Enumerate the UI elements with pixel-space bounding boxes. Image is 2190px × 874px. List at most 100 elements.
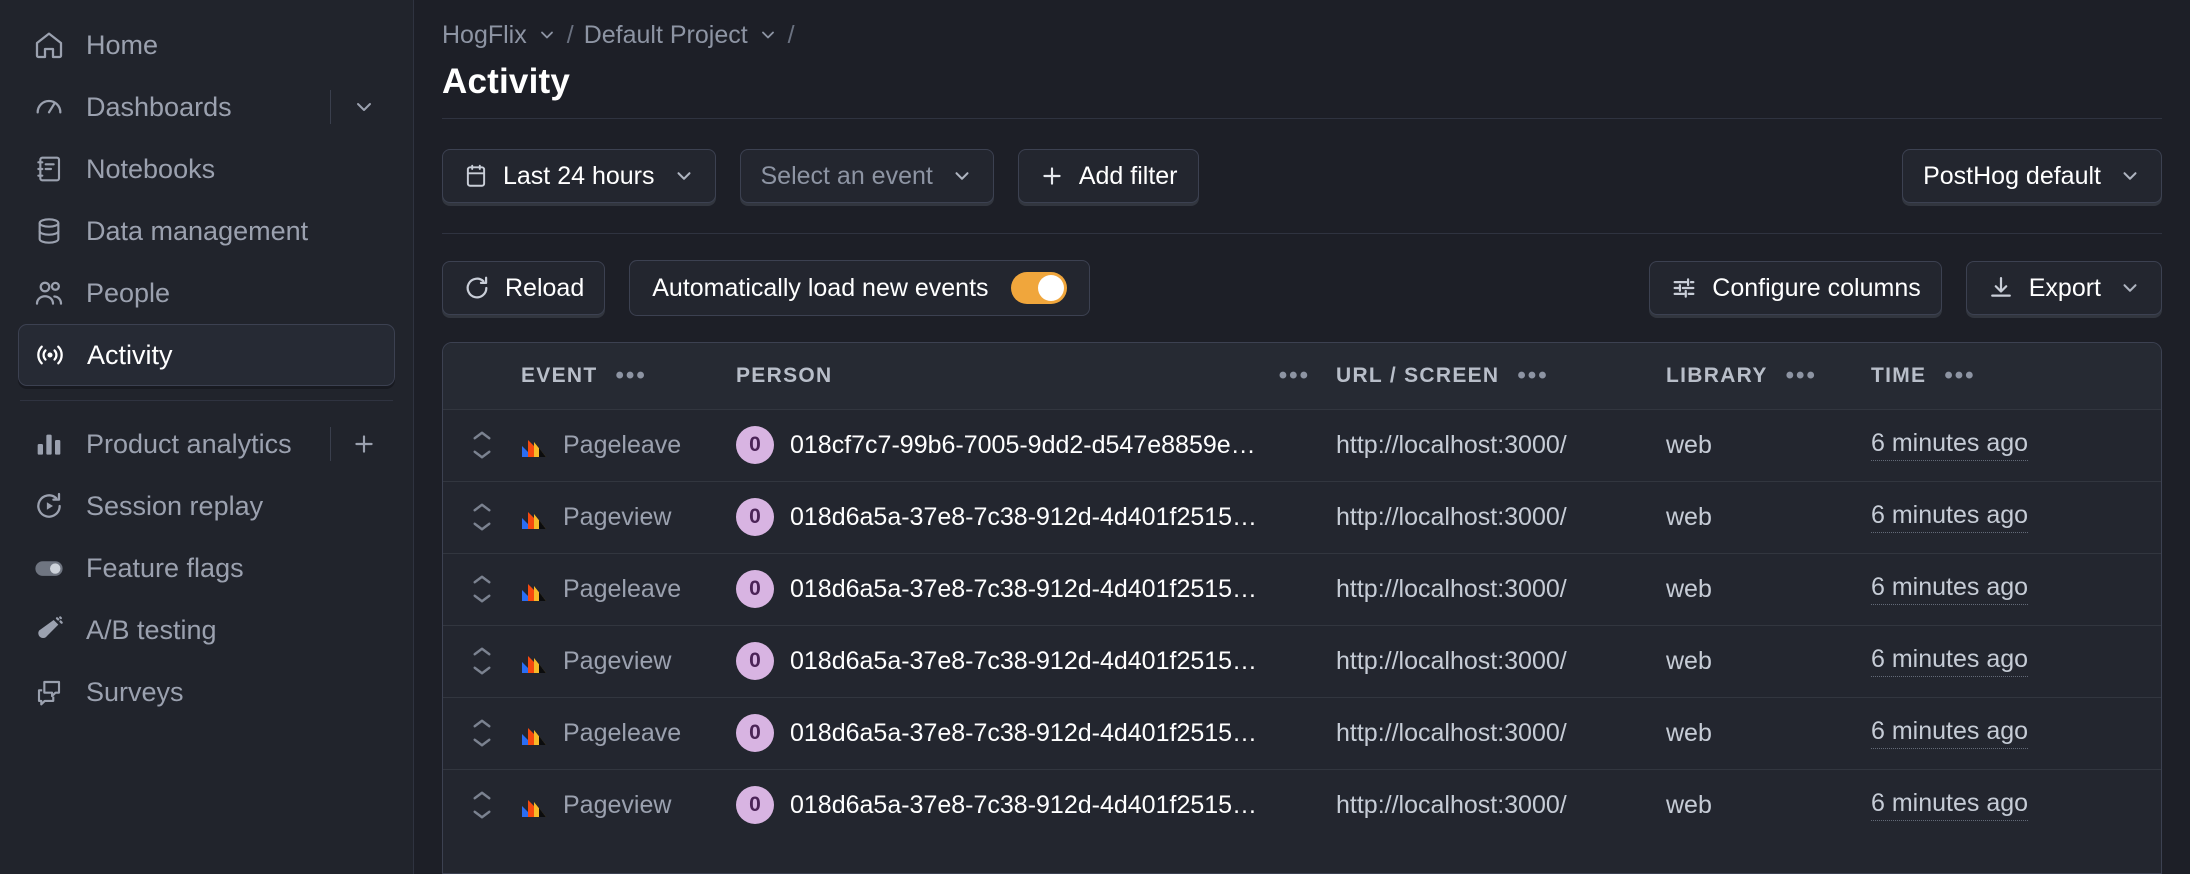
row-sort-cell[interactable] <box>443 552 521 625</box>
row-url-cell[interactable]: http://localhost:3000/ <box>1336 480 1666 553</box>
plus-icon <box>1039 163 1065 189</box>
row-sort-cell[interactable] <box>443 696 521 769</box>
row-person-cell[interactable]: 0 018d6a5a-37e8-7c38-912d-4d401f2515… <box>736 480 1336 553</box>
auto-load-events-toggle[interactable]: Automatically load new events <box>629 260 1090 316</box>
column-menu-icon[interactable]: ••• <box>1944 363 1975 388</box>
sort-control[interactable] <box>443 429 521 461</box>
row-event-cell[interactable]: Pageview <box>521 624 736 697</box>
column-header-person[interactable]: PERSON ••• <box>736 343 1336 409</box>
sort-control[interactable] <box>443 789 521 821</box>
row-url: http://localhost:3000/ <box>1336 718 1567 747</box>
row-person-cell[interactable]: 0 018d6a5a-37e8-7c38-912d-4d401f2515… <box>736 624 1336 697</box>
sidebar-item-home[interactable]: Home <box>18 14 395 76</box>
sort-control[interactable] <box>443 717 521 749</box>
table-row[interactable]: Pageview 0 018d6a5a-37e8-7c38-912d-4d401… <box>443 768 2161 841</box>
posthog-event-icon <box>521 504 547 530</box>
reload-button[interactable]: Reload <box>442 261 606 315</box>
data-source-select[interactable]: PostHog default <box>1902 149 2162 203</box>
row-person-cell[interactable]: 0 018cf7c7-99b6-7005-9dd2-d547e8859e… <box>736 408 1336 481</box>
column-menu-icon[interactable]: ••• <box>616 363 647 388</box>
sort-control[interactable] <box>443 645 521 677</box>
sliders-icon <box>1670 274 1698 302</box>
row-library: web <box>1666 502 1712 531</box>
row-time: 6 minutes ago <box>1871 573 2029 605</box>
row-url-cell[interactable]: http://localhost:3000/ <box>1336 696 1666 769</box>
main-content: HogFlix / Default Project / Activity Las… <box>414 0 2190 874</box>
sidebar-item-feature-flags[interactable]: Feature flags <box>18 537 395 599</box>
row-library: web <box>1666 790 1712 819</box>
column-header-time[interactable]: TIME ••• <box>1871 343 2161 409</box>
row-sort-cell[interactable] <box>443 408 521 481</box>
row-sort-cell[interactable] <box>443 480 521 553</box>
column-menu-icon[interactable]: ••• <box>1786 363 1817 388</box>
sidebar-item-product-analytics[interactable]: Product analytics <box>18 413 395 475</box>
row-url-cell[interactable]: http://localhost:3000/ <box>1336 552 1666 625</box>
sidebar-item-people[interactable]: People <box>18 262 395 324</box>
column-header-url[interactable]: URL / SCREEN ••• <box>1336 343 1666 409</box>
add-filter-button[interactable]: Add filter <box>1017 149 1199 203</box>
plus-icon[interactable] <box>347 427 381 461</box>
chevron-up-icon <box>473 575 491 584</box>
table-row[interactable]: Pageleave 0 018cf7c7-99b6-7005-9dd2-d547… <box>443 408 2161 481</box>
table-row[interactable]: Pageleave 0 018d6a5a-37e8-7c38-912d-4d40… <box>443 696 2161 769</box>
sidebar-item-surveys[interactable]: Surveys <box>18 661 395 723</box>
row-event-name: Pageleave <box>563 574 682 603</box>
row-sort-cell[interactable] <box>443 624 521 697</box>
row-event-cell[interactable]: Pageleave <box>521 408 736 481</box>
chevron-down-icon[interactable] <box>758 25 778 45</box>
table-row[interactable]: Pageleave 0 018d6a5a-37e8-7c38-912d-4d40… <box>443 552 2161 625</box>
posthog-event-icon <box>521 648 547 674</box>
sidebar-item-notebooks[interactable]: Notebooks <box>18 138 395 200</box>
action-bar: Reload Automatically load new events Con… <box>442 234 2162 342</box>
reload-icon <box>463 274 491 302</box>
sort-control[interactable] <box>443 501 521 533</box>
column-menu-icon[interactable]: ••• <box>1517 363 1548 388</box>
sort-control[interactable] <box>443 573 521 605</box>
breadcrumb-org[interactable]: HogFlix <box>442 21 557 50</box>
row-person-cell[interactable]: 0 018d6a5a-37e8-7c38-912d-4d401f2515… <box>736 552 1336 625</box>
chevron-up-icon <box>473 503 491 512</box>
sidebar-item-dashboards[interactable]: Dashboards <box>18 76 395 138</box>
row-sort-cell[interactable] <box>443 768 521 841</box>
event-select-placeholder: Select an event <box>760 161 933 190</box>
table-row[interactable]: Pageview 0 018d6a5a-37e8-7c38-912d-4d401… <box>443 624 2161 697</box>
sidebar-item-activity[interactable]: Activity <box>18 324 395 386</box>
toggle-knob <box>1037 275 1064 301</box>
sidebar-item-session-replay[interactable]: Session replay <box>18 475 395 537</box>
row-url-cell[interactable]: http://localhost:3000/ <box>1336 408 1666 481</box>
breadcrumb-project[interactable]: Default Project <box>584 21 778 50</box>
row-event-name: Pageleave <box>563 718 682 747</box>
activity-broadcast-icon <box>33 338 67 372</box>
posthog-event-icon <box>521 720 547 746</box>
row-event-cell[interactable]: Pageview <box>521 768 736 841</box>
row-url-cell[interactable]: http://localhost:3000/ <box>1336 624 1666 697</box>
sidebar-item-data-management[interactable]: Data management <box>18 200 395 262</box>
row-url: http://localhost:3000/ <box>1336 502 1567 531</box>
row-event-cell[interactable]: Pageview <box>521 480 736 553</box>
table-row[interactable]: Pageview 0 018d6a5a-37e8-7c38-912d-4d401… <box>443 480 2161 553</box>
reload-label: Reload <box>505 273 585 302</box>
sidebar-item-label: Surveys <box>86 676 184 707</box>
table-head: EVENT ••• PERSON ••• URL / SCREEN ••• LI… <box>443 343 2161 409</box>
column-header-library[interactable]: LIBRARY ••• <box>1666 343 1871 409</box>
date-range-filter[interactable]: Last 24 hours <box>442 149 716 203</box>
row-url-cell[interactable]: http://localhost:3000/ <box>1336 768 1666 841</box>
event-select[interactable]: Select an event <box>739 149 994 203</box>
column-menu-icon[interactable]: ••• <box>1279 363 1310 388</box>
toggle-switch[interactable] <box>1010 272 1067 304</box>
chevron-down-icon[interactable] <box>537 25 557 45</box>
column-header-event[interactable]: EVENT ••• <box>521 343 736 409</box>
notebook-icon <box>32 152 66 186</box>
row-person-cell[interactable]: 0 018d6a5a-37e8-7c38-912d-4d401f2515… <box>736 696 1336 769</box>
events-table-container[interactable]: EVENT ••• PERSON ••• URL / SCREEN ••• LI… <box>442 342 2162 874</box>
row-person-cell[interactable]: 0 018d6a5a-37e8-7c38-912d-4d401f2515… <box>736 768 1336 841</box>
configure-columns-button[interactable]: Configure columns <box>1649 261 1942 315</box>
download-icon <box>1987 274 2015 302</box>
column-header-person-label: PERSON <box>736 363 833 387</box>
row-event-cell[interactable]: Pageleave <box>521 552 736 625</box>
row-event-cell[interactable]: Pageleave <box>521 696 736 769</box>
chevron-down-icon[interactable] <box>347 90 381 124</box>
chevron-down-icon[interactable] <box>2119 277 2141 299</box>
export-button[interactable]: Export <box>1965 261 2162 315</box>
sidebar-item-ab-testing[interactable]: A/B testing <box>18 599 395 661</box>
